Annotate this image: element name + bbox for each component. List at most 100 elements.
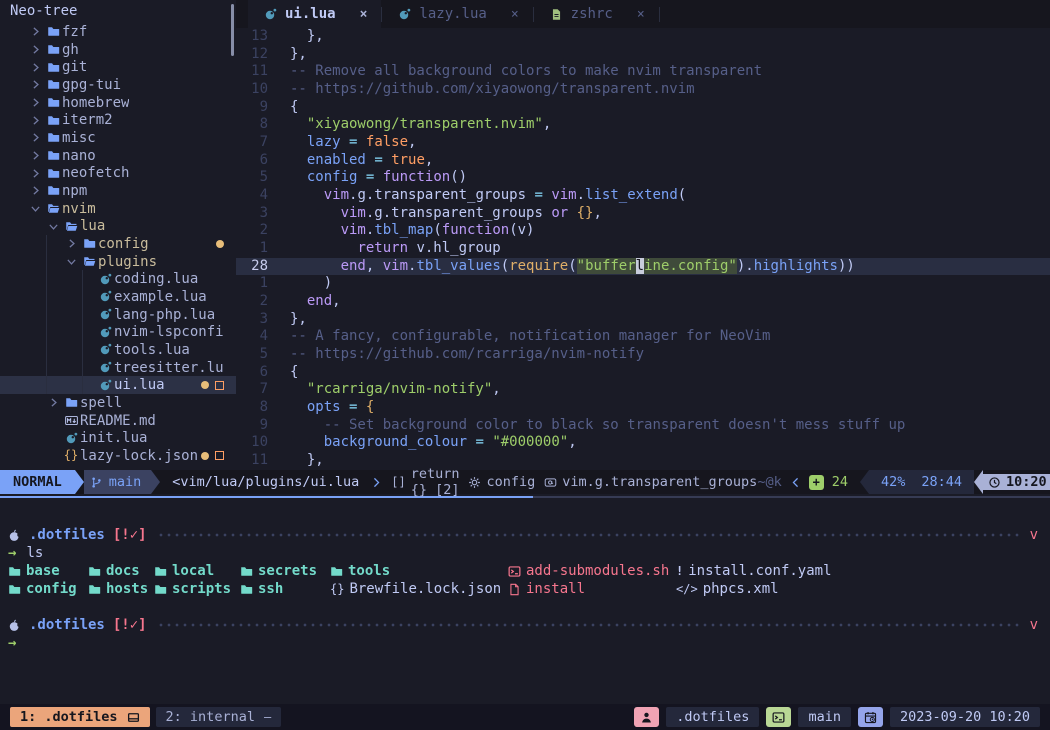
braces-icon: {}: [330, 583, 344, 596]
tree-item-init.lua[interactable]: init.lua: [0, 429, 236, 447]
tree-item-homebrew[interactable]: homebrew: [0, 94, 236, 112]
code-editor[interactable]: 13 },12},11-- Remove all background colo…: [236, 28, 1050, 470]
breadcrumb-item: config: [468, 474, 535, 490]
neotree-sidebar[interactable]: Neo-tree fzfghgit gpg-tuihomebrewiterm2mi…: [0, 0, 236, 470]
tree-item-spell[interactable]: spell: [0, 394, 236, 412]
lua-icon: [96, 308, 114, 321]
neotree-scrollbar[interactable]: [231, 4, 234, 56]
tab-label: zshrc: [571, 6, 613, 22]
code-line: 10 background_colour = "#000000",: [236, 434, 1050, 452]
tree-item-fzf[interactable]: fzf: [0, 23, 236, 41]
tree-item-tools.lua[interactable]: tools.lua: [0, 341, 236, 359]
code-line: 13 },: [236, 28, 1050, 46]
code-line: 6{: [236, 364, 1050, 382]
prompt-git-flags: [!✓]: [113, 616, 147, 634]
ls-entry-secrets: secrets: [240, 562, 317, 580]
brackets-icon: []: [391, 476, 405, 489]
command-line[interactable]: →ls: [0, 544, 1050, 562]
tree-item-iterm2[interactable]: iterm2: [0, 111, 236, 129]
tree-item-label: git: [62, 59, 87, 75]
line-number: 1: [236, 240, 268, 258]
cursor: l: [636, 258, 644, 274]
tree-item-treesitter.lua[interactable]: treesitter.lua: [0, 359, 236, 377]
tree-item-coding.lua[interactable]: coding.lua: [0, 270, 236, 288]
close-icon[interactable]: ×: [637, 7, 645, 22]
tmux-status-label: .dotfiles: [666, 707, 759, 727]
folder-icon: [80, 237, 98, 250]
tree-item-lazy-lock.json[interactable]: {}lazy-lock.json: [0, 447, 236, 465]
command-line[interactable]: →: [0, 634, 1050, 652]
git-added-icon: +: [809, 475, 824, 490]
tree-item-label: tools.lua: [114, 342, 190, 358]
tree-item-npm[interactable]: npm: [0, 182, 236, 200]
tree-item-README.md[interactable]: README.md: [0, 412, 236, 430]
tree-item-nvim[interactable]: nvim: [0, 200, 236, 218]
folder-icon: [44, 114, 62, 127]
tree-item-config[interactable]: config: [0, 235, 236, 253]
file-path: <vim/lua/plugins/ui.lua: [160, 470, 371, 494]
tree-item-misc[interactable]: misc: [0, 129, 236, 147]
folder-icon: [44, 78, 62, 91]
cursor-position-segment: 42%28:44: [869, 470, 974, 494]
tree-item-ui.lua[interactable]: ui.lua: [0, 376, 236, 394]
code-line: 3},: [236, 311, 1050, 329]
neotree-file-list: fzfghgit gpg-tuihomebrewiterm2miscnanoneo…: [0, 23, 236, 465]
line-number: 9: [236, 417, 268, 435]
folder-icon: [330, 565, 343, 578]
tree-item-gpg-tui[interactable]: gpg-tui: [0, 76, 236, 94]
tree-item-example.lua[interactable]: example.lua: [0, 288, 236, 306]
tmux-window-2-internal[interactable]: 2: internal—: [156, 707, 282, 727]
calendar-badge: [858, 707, 883, 727]
tree-item-nvim-lspconfig.[interactable]: nvim-lspconfig.: [0, 323, 236, 341]
bang-icon: !: [676, 565, 683, 578]
code-line: 6 enabled = true,: [236, 152, 1050, 170]
statusline: NORMALmain<vim/lua/plugins/ui.lua[]retur…: [0, 470, 1050, 494]
tab-ui.lua[interactable]: ui.lua ×: [248, 0, 381, 28]
chevron-right-icon: [44, 396, 62, 409]
tree-item-neofetch[interactable]: neofetch: [0, 164, 236, 182]
prompt-repo: .dotfiles: [29, 616, 105, 634]
ls-entry-local: local: [154, 562, 214, 580]
tree-item-plugins[interactable]: plugins: [0, 253, 236, 271]
line-number: 1: [236, 275, 268, 293]
ls-entry-install.conf.yaml: !install.conf.yaml: [676, 562, 832, 580]
prompt-arrow: →: [8, 634, 16, 652]
tree-item-label: treesitter.lua: [114, 360, 224, 376]
folder-icon: [44, 25, 62, 38]
code-line: 2 end,: [236, 293, 1050, 311]
tree-item-label: lang-php.lua: [114, 307, 215, 323]
chevron-down-icon: [26, 202, 44, 215]
folder-icon: [240, 583, 253, 596]
line-number: 3: [236, 311, 268, 329]
shell-pane[interactable]: .dotfiles[!✓]v→lsbasedocslocalsecretstoo…: [0, 498, 1050, 704]
clock-icon: [988, 476, 1001, 489]
tab-label: ui.lua: [285, 6, 336, 22]
close-icon[interactable]: ×: [360, 7, 368, 22]
tab-zshrc[interactable]: zshrc ×: [534, 0, 659, 28]
tree-item-label: config: [98, 236, 149, 252]
git-added-count: 24: [832, 474, 848, 490]
neotree-title: Neo-tree: [0, 0, 236, 23]
ls-entry-base: base: [8, 562, 60, 580]
chevron-right-icon: [26, 78, 44, 91]
tree-item-lang-php.lua[interactable]: lang-php.lua: [0, 306, 236, 324]
line-number: 5: [236, 169, 268, 187]
dash-icon: —: [264, 711, 271, 724]
chevron-right-icon: [26, 184, 44, 197]
line-number: 2: [236, 293, 268, 311]
line-number: 3: [236, 205, 268, 223]
tree-item-gh[interactable]: gh: [0, 41, 236, 59]
terminal-icon: [508, 565, 521, 578]
tree-item-label: gpg-tui: [62, 77, 121, 93]
folder-icon: [240, 565, 253, 578]
folder-icon: [62, 396, 80, 409]
tree-item-label: gh: [62, 42, 79, 58]
code-line: 7 lazy = false,: [236, 134, 1050, 152]
tab-lazy.lua[interactable]: lazy.lua×: [382, 0, 532, 28]
close-icon[interactable]: ×: [511, 7, 519, 22]
tree-item-nano[interactable]: nano: [0, 147, 236, 165]
tree-item-lua[interactable]: lua: [0, 217, 236, 235]
tmux-window-1-dotfiles[interactable]: 1: .dotfiles: [10, 707, 150, 727]
prompt-git-flags: [!✓]: [113, 526, 147, 544]
tree-item-git[interactable]: git: [0, 58, 236, 76]
